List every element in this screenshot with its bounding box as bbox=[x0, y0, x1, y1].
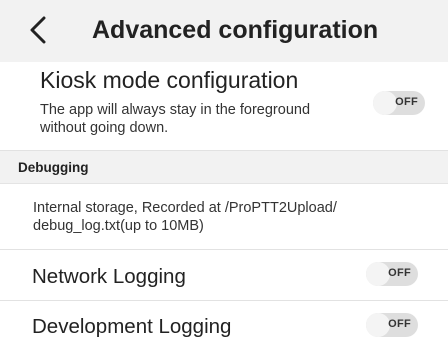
back-button[interactable] bbox=[24, 10, 52, 50]
toggle-state-label: OFF bbox=[388, 318, 411, 330]
kiosk-mode-toggle[interactable]: OFF bbox=[373, 91, 425, 115]
chevron-left-icon bbox=[30, 16, 46, 44]
development-logging-label: Development Logging bbox=[32, 315, 232, 338]
toggle-knob bbox=[373, 91, 397, 115]
debug-log-info-text: Internal storage, Recorded at /ProPTT2Up… bbox=[33, 200, 337, 234]
toggle-knob bbox=[366, 262, 390, 286]
debug-log-info: Internal storage, Recorded at /ProPTT2Up… bbox=[0, 184, 448, 250]
kiosk-mode-title: Kiosk mode configuration bbox=[40, 67, 299, 93]
development-logging-toggle[interactable]: OFF bbox=[366, 313, 418, 337]
network-logging-label: Network Logging bbox=[32, 265, 186, 288]
debugging-section-header: Debugging bbox=[0, 151, 448, 184]
app-bar: Advanced configuration bbox=[0, 0, 448, 62]
section-label: Debugging bbox=[18, 160, 89, 175]
network-logging-toggle[interactable]: OFF bbox=[366, 262, 418, 286]
kiosk-mode-description: The app will always stay in the foregrou… bbox=[40, 102, 311, 136]
page-title: Advanced configuration bbox=[92, 16, 379, 44]
toggle-knob bbox=[366, 313, 390, 337]
toggle-state-label: OFF bbox=[395, 96, 418, 108]
toggle-state-label: OFF bbox=[388, 267, 411, 279]
